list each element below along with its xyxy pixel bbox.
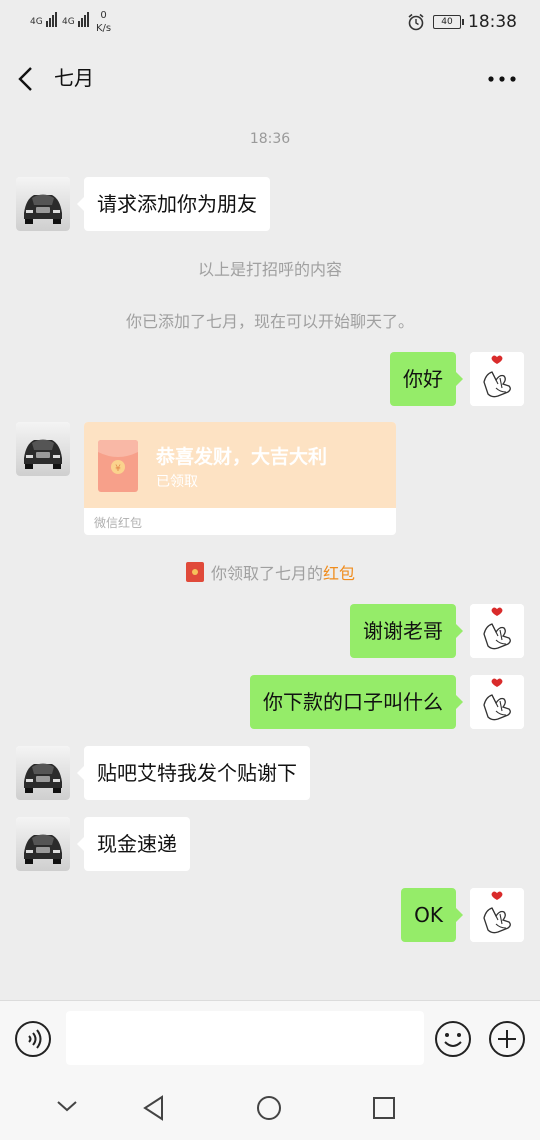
- signal-icon: [77, 12, 90, 27]
- system-nav-bar: [0, 1075, 540, 1140]
- battery-icon: 40: [433, 15, 464, 29]
- chevron-down-icon[interactable]: [56, 1099, 78, 1113]
- system-notice: 以上是打招呼的内容: [197, 260, 342, 279]
- speed-value: 0: [100, 10, 107, 21]
- message-text: 请求添加你为朋友: [97, 192, 257, 216]
- message-input[interactable]: [66, 1011, 424, 1065]
- message-text: 贴吧艾特我发个贴谢下: [97, 761, 297, 785]
- contact-avatar[interactable]: [16, 817, 70, 871]
- red-packet-status: 已领取: [156, 474, 198, 490]
- chevron-left-icon[interactable]: [14, 65, 38, 93]
- voice-icon[interactable]: [14, 1020, 52, 1058]
- message-text: OK: [414, 903, 443, 927]
- contact-avatar[interactable]: [16, 177, 70, 231]
- more-dots-icon[interactable]: [486, 74, 518, 84]
- input-bar: [0, 1000, 540, 1075]
- self-avatar[interactable]: [470, 888, 524, 942]
- system-notice-red-packet: 你领取了七月的红包: [0, 560, 540, 584]
- message-text: 你好: [403, 367, 443, 391]
- network-label-2: 4G: [62, 17, 75, 27]
- red-packet-card[interactable]: ¥ 恭喜发财，大吉大利 已领取 微信红包: [84, 422, 396, 535]
- red-packet-link[interactable]: 红包: [323, 564, 355, 583]
- triangle-back-icon[interactable]: [142, 1095, 166, 1121]
- message-text: 谢谢老哥: [363, 619, 443, 643]
- network-indicator-2: 4G: [62, 12, 90, 27]
- square-recent-icon[interactable]: [372, 1096, 396, 1120]
- system-notice: 你已添加了七月，现在可以开始聊天了。: [125, 312, 414, 331]
- message-timestamp: 18:36: [249, 131, 291, 147]
- alarm-icon: [408, 13, 424, 31]
- chat-title: 七月: [54, 66, 94, 90]
- plus-icon[interactable]: [488, 1020, 526, 1058]
- message-text: 你下款的口子叫什么: [263, 690, 443, 714]
- message-bubble-outgoing[interactable]: 你好: [390, 352, 463, 406]
- red-packet-footer: 微信红包: [94, 516, 143, 530]
- self-avatar[interactable]: [470, 675, 524, 729]
- network-speed: 0 K/s: [96, 9, 111, 35]
- chat-header: 七月: [0, 48, 540, 110]
- network-indicator-1: 4G: [30, 12, 58, 27]
- network-label-1: 4G: [30, 17, 43, 27]
- clock: 18:38: [468, 12, 517, 32]
- contact-avatar[interactable]: [16, 746, 70, 800]
- svg-text:¥: ¥: [115, 464, 121, 474]
- message-text: 现金速递: [97, 832, 177, 856]
- red-envelope-icon: ¥: [98, 440, 138, 492]
- self-avatar[interactable]: [470, 604, 524, 658]
- message-bubble-outgoing[interactable]: 谢谢老哥: [350, 604, 463, 658]
- emoji-icon[interactable]: [434, 1020, 472, 1058]
- notice-text: 你领取了七月的: [210, 564, 323, 583]
- message-bubble-incoming[interactable]: 贴吧艾特我发个贴谢下: [77, 746, 310, 800]
- red-packet-small-icon: [185, 562, 204, 582]
- battery-level: 40: [441, 17, 453, 27]
- message-bubble-incoming[interactable]: 请求添加你为朋友: [77, 177, 270, 231]
- message-bubble-outgoing[interactable]: 你下款的口子叫什么: [250, 675, 463, 729]
- message-bubble-outgoing[interactable]: OK: [401, 888, 463, 942]
- signal-icon: [45, 12, 58, 27]
- message-bubble-incoming[interactable]: 现金速递: [77, 817, 190, 871]
- circle-home-icon[interactable]: [256, 1095, 282, 1121]
- contact-avatar[interactable]: [16, 422, 70, 476]
- self-avatar[interactable]: [470, 352, 524, 406]
- speed-unit: K/s: [96, 23, 112, 34]
- red-packet-title: 恭喜发财，大吉大利: [156, 446, 328, 468]
- status-bar: 4G 4G 0 K/s 40 18:38: [0, 0, 540, 48]
